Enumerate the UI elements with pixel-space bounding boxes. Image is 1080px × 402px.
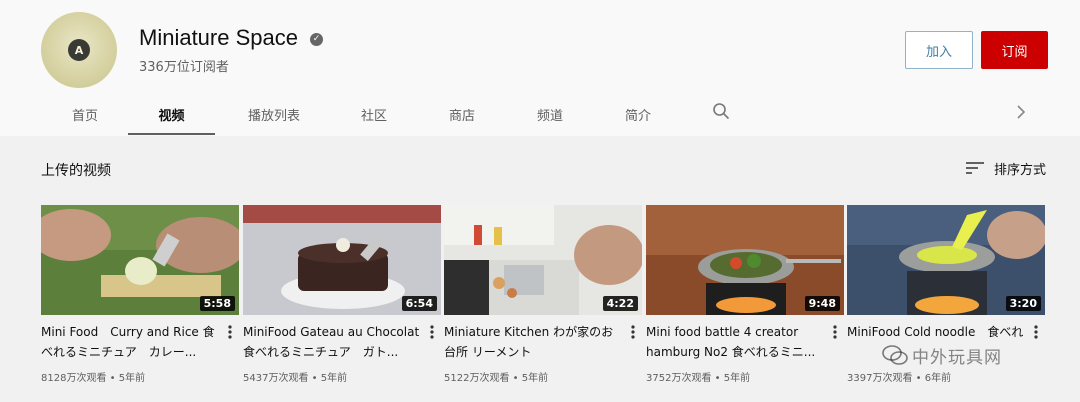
video-card[interactable]: 5:58 Mini Food Curry and Rice 食べれるミニチュア … — [41, 205, 239, 384]
join-button[interactable]: 加入 — [905, 31, 973, 69]
tab-about[interactable]: 简介 — [614, 92, 662, 136]
watermark: 中外玩具网 — [880, 340, 1002, 370]
more-options-icon[interactable] — [628, 322, 638, 342]
video-duration: 6:54 — [401, 296, 437, 311]
subscribe-button[interactable]: 订阅 — [981, 31, 1048, 69]
channel-avatar[interactable]: A — [41, 12, 117, 88]
video-thumbnail[interactable]: 9:48 — [646, 205, 844, 315]
video-title[interactable]: Mini food battle 4 creator hamburg No2 食… — [646, 322, 826, 362]
video-title[interactable]: Miniature Kitchen わが家のお台所 リーメント — [444, 322, 624, 362]
more-options-icon[interactable] — [830, 322, 840, 342]
video-duration: 5:58 — [199, 296, 235, 311]
video-meta: 5122万次观看 • 5年前 — [444, 373, 549, 384]
channel-name[interactable]: Miniature Space — [139, 25, 298, 51]
tab-home[interactable]: 首页 — [58, 92, 112, 136]
sort-label: 排序方式 — [994, 162, 1047, 178]
tab-channels[interactable]: 频道 — [526, 92, 574, 136]
watermark-text: 中外玩具网 — [912, 347, 1002, 368]
video-thumbnail[interactable]: 3:20 — [847, 205, 1045, 315]
video-card[interactable]: 4:22 Miniature Kitchen わが家のお台所 リーメント 512… — [444, 205, 642, 384]
video-duration: 3:20 — [1005, 296, 1041, 311]
video-thumbnail[interactable]: 5:58 — [41, 205, 239, 315]
video-meta: 5437万次观看 • 5年前 — [243, 373, 348, 384]
video-duration: 4:22 — [602, 296, 638, 311]
video-card[interactable]: 9:48 Mini food battle 4 creator hamburg … — [646, 205, 844, 384]
sort-button[interactable]: 排序方式 — [966, 158, 1046, 178]
avatar-logo-icon: A — [68, 39, 90, 61]
more-options-icon[interactable] — [427, 322, 437, 342]
search-icon[interactable] — [712, 102, 730, 120]
more-options-icon[interactable] — [225, 322, 235, 342]
more-options-icon[interactable] — [1031, 322, 1041, 342]
verified-check-icon: ✓ — [310, 33, 323, 46]
tab-playlists[interactable]: 播放列表 — [240, 92, 308, 136]
subscriber-count: 336万位订阅者 — [139, 60, 229, 75]
channel-header: A Miniature Space ✓ 336万位订阅者 加入 订阅 首页 视频… — [0, 0, 1080, 136]
channel-tabs: 首页 视频 播放列表 社区 商店 频道 简介 — [0, 92, 1080, 136]
video-thumbnail[interactable]: 4:22 — [444, 205, 642, 315]
watermark-logo-icon — [882, 345, 908, 365]
video-title[interactable]: Mini Food Curry and Rice 食べれるミニチュア カレー..… — [41, 322, 221, 362]
section-title: 上传的视频 — [41, 163, 111, 179]
video-title[interactable]: MiniFood Cold noodle 食べれ — [847, 322, 1027, 342]
video-meta: 3397万次观看 • 6年前 — [847, 373, 952, 384]
tab-store[interactable]: 商店 — [438, 92, 486, 136]
tab-videos[interactable]: 视频 — [128, 92, 215, 136]
video-thumbnail[interactable]: 6:54 — [243, 205, 441, 315]
video-duration: 9:48 — [804, 296, 840, 311]
tab-community[interactable]: 社区 — [350, 92, 398, 136]
video-meta: 8128万次观看 • 5年前 — [41, 373, 146, 384]
chevron-right-icon[interactable] — [1014, 104, 1028, 120]
video-card[interactable]: 3:20 MiniFood Cold noodle 食べれ 3397万次观看 •… — [847, 205, 1045, 384]
sort-icon — [966, 162, 984, 174]
video-meta: 3752万次观看 • 5年前 — [646, 373, 751, 384]
video-card[interactable]: 6:54 MiniFood Gateau au Chocolat 食べれるミニチ… — [243, 205, 441, 384]
video-title[interactable]: MiniFood Gateau au Chocolat 食べれるミニチュア ガト… — [243, 322, 423, 362]
